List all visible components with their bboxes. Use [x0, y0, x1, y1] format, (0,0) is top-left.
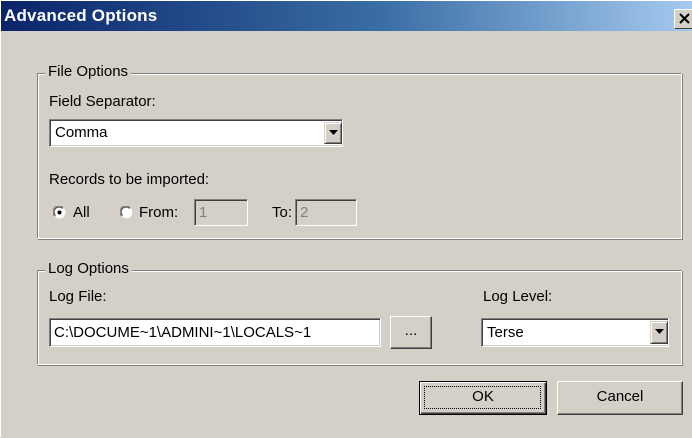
- to-input[interactable]: 2: [295, 199, 357, 226]
- log-level-value: Terse: [487, 324, 524, 341]
- field-separator-dropdown-button[interactable]: [324, 122, 342, 144]
- to-value: 2: [300, 204, 309, 221]
- radio-from-label[interactable]: From:: [139, 204, 178, 221]
- cancel-button[interactable]: Cancel: [557, 381, 683, 415]
- from-value: 1: [199, 204, 208, 221]
- close-button[interactable]: [674, 9, 692, 29]
- log-file-label: Log File:: [49, 288, 107, 305]
- field-separator-select[interactable]: Comma: [49, 119, 343, 147]
- from-input[interactable]: 1: [194, 199, 248, 226]
- radio-from[interactable]: [120, 206, 133, 219]
- log-level-label: Log Level:: [483, 288, 553, 305]
- window-title: Advanced Options: [4, 6, 158, 25]
- field-separator-value: Comma: [55, 124, 108, 141]
- chevron-down-icon: [329, 130, 338, 135]
- file-options-legend: File Options: [45, 63, 132, 80]
- cancel-button-label: Cancel: [596, 388, 644, 405]
- to-label: To:: [272, 204, 293, 221]
- radio-all[interactable]: [53, 206, 66, 219]
- log-level-dropdown-button[interactable]: [650, 321, 668, 344]
- close-icon: [679, 13, 690, 24]
- chevron-down-icon: [655, 329, 664, 334]
- log-file-value: C:\DOCUME~1\ADMINI~1\LOCALS~1: [54, 324, 312, 341]
- radio-all-label[interactable]: All: [73, 204, 90, 221]
- ok-button-label: OK: [472, 388, 494, 405]
- field-separator-label: Field Separator:: [49, 93, 156, 110]
- title-bar[interactable]: Advanced Options: [1, 1, 692, 31]
- log-level-select[interactable]: Terse: [481, 318, 669, 347]
- log-options-legend: Log Options: [45, 260, 132, 277]
- log-file-input[interactable]: C:\DOCUME~1\ADMINI~1\LOCALS~1: [49, 318, 381, 347]
- advanced-options-dialog: Advanced Options File Options Field Sepa…: [0, 0, 692, 437]
- records-to-import-label: Records to be imported:: [49, 171, 210, 188]
- ok-button[interactable]: OK: [419, 381, 547, 415]
- browse-button-label: ...: [404, 322, 418, 339]
- browse-button[interactable]: ...: [390, 316, 432, 349]
